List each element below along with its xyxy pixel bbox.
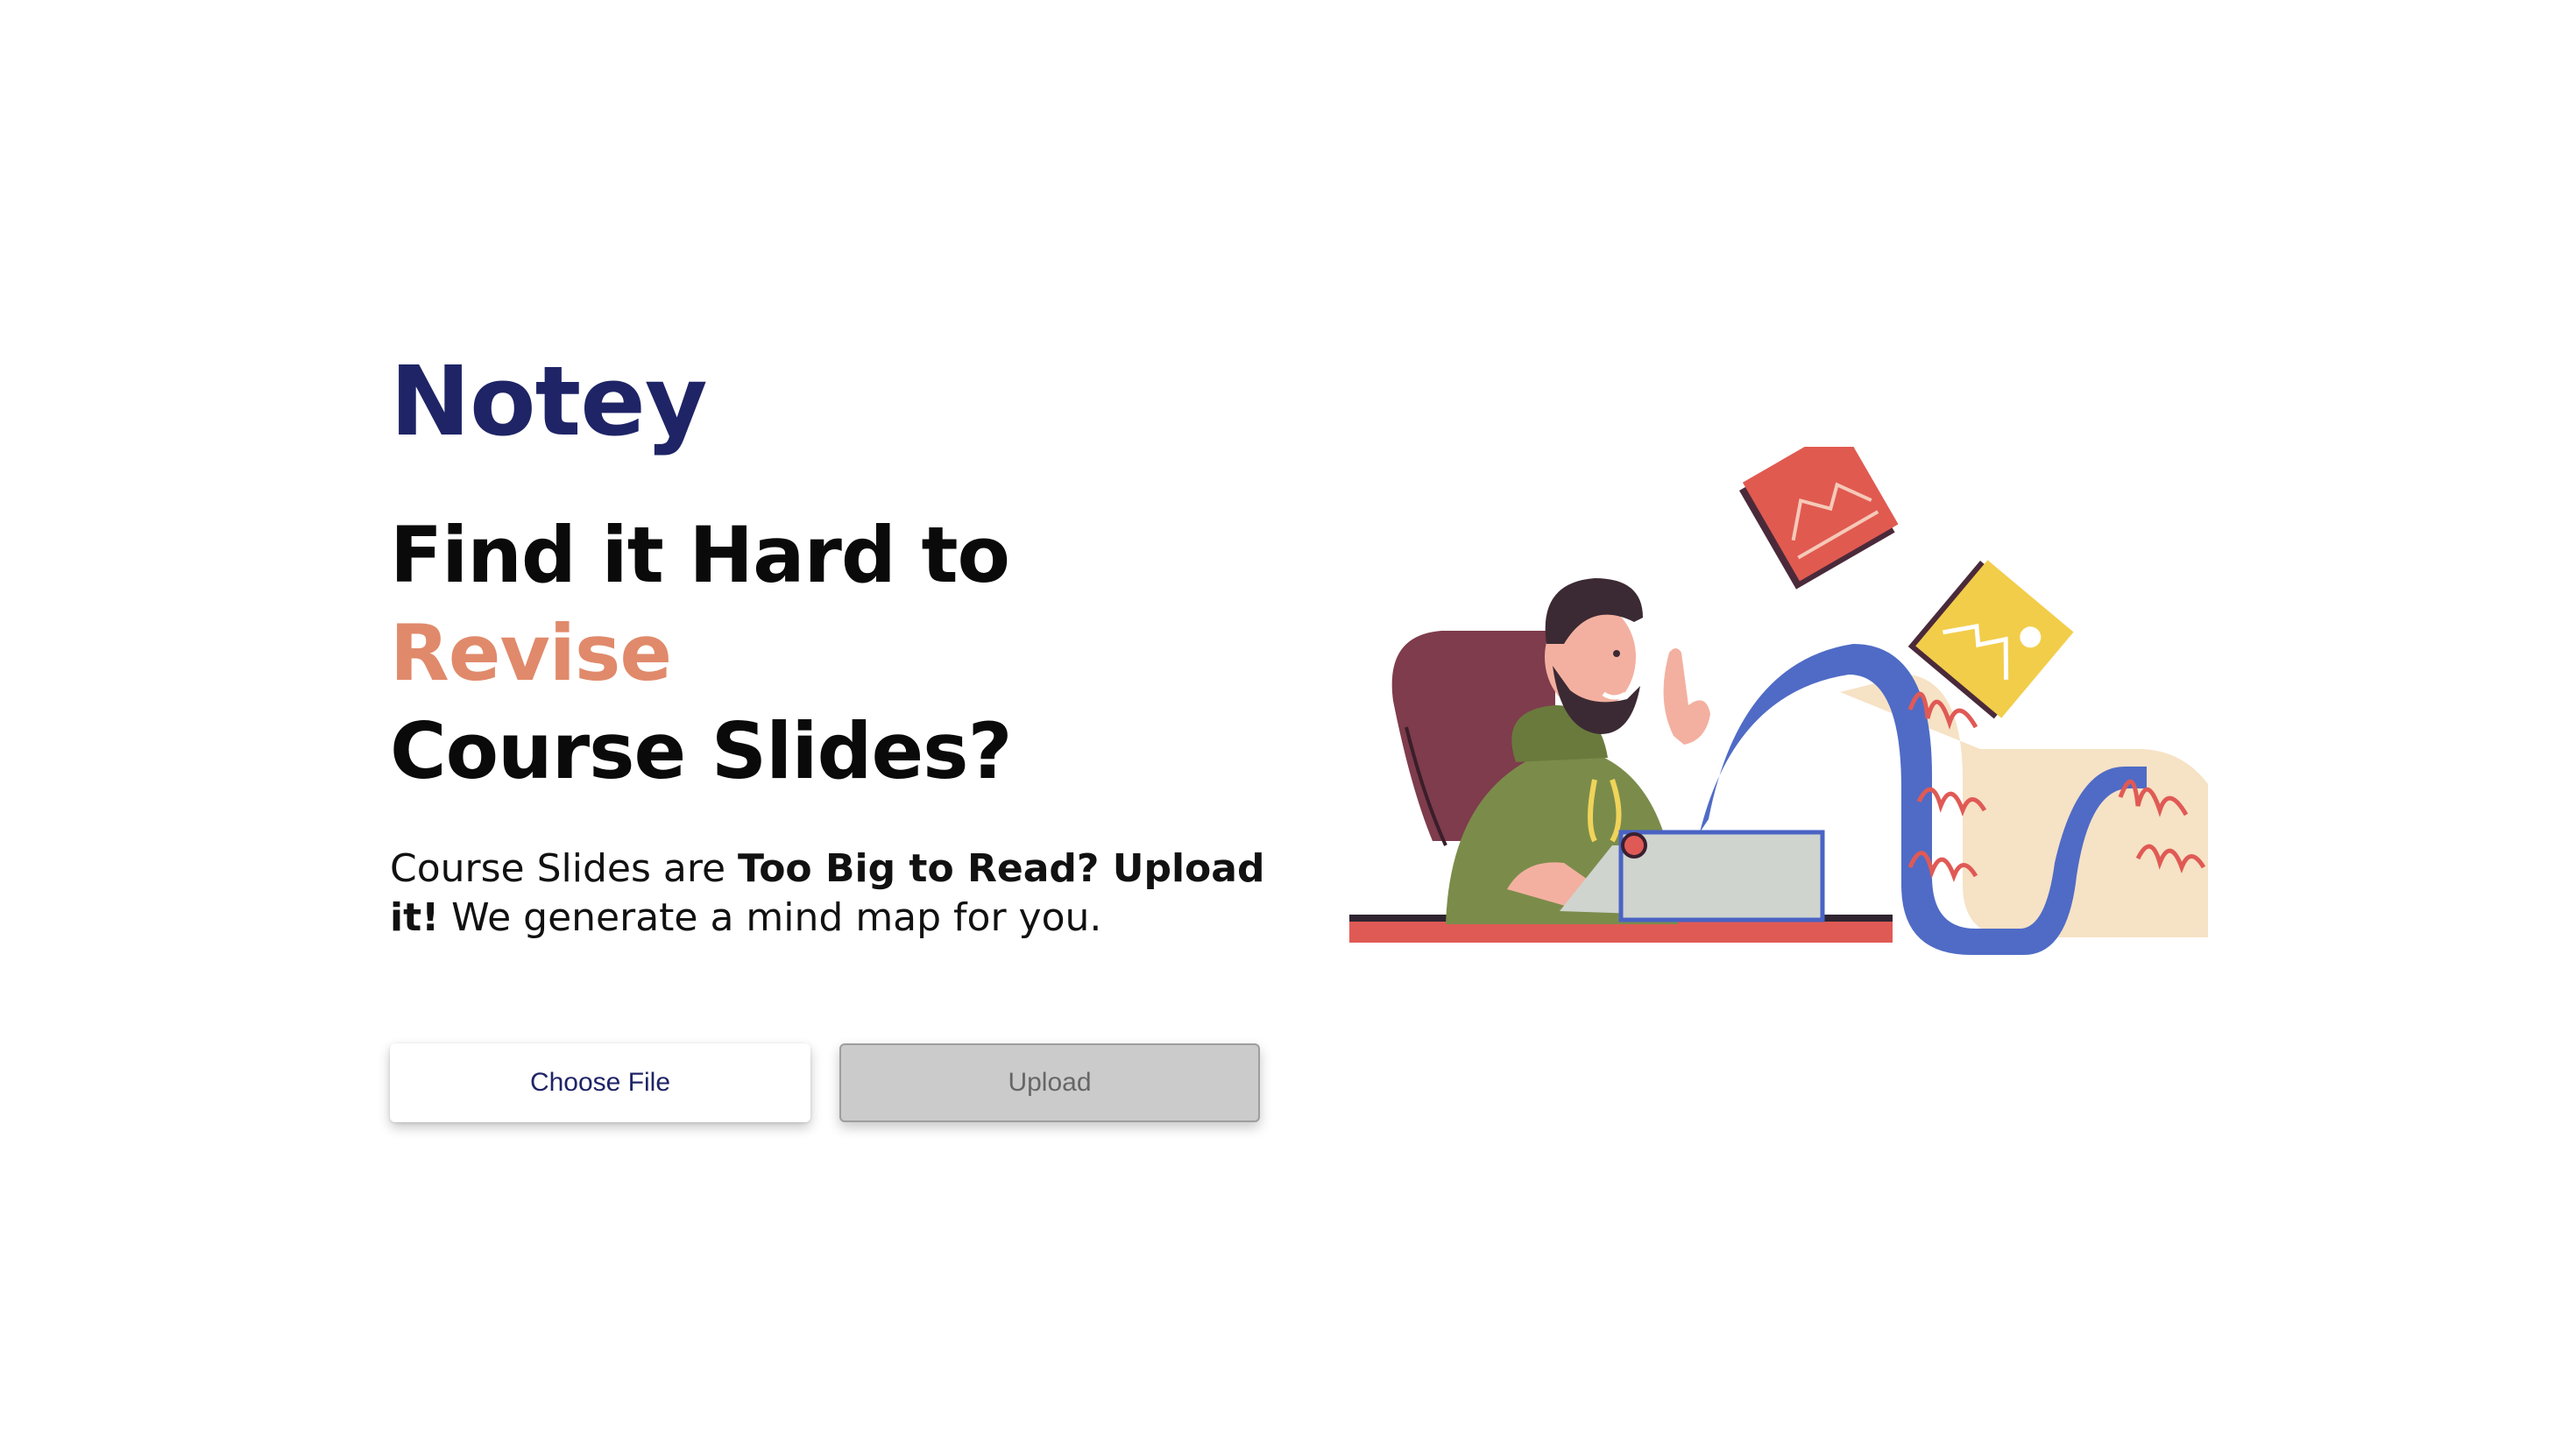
brand-logo-text: Notey: [390, 345, 708, 457]
desc-text-2: We generate a mind map for you.: [439, 894, 1102, 940]
desc-text-1: Course Slides are: [390, 845, 739, 891]
headline-line-3: Course Slides?: [390, 705, 1013, 796]
choose-file-button[interactable]: Choose File: [390, 1043, 810, 1122]
headline-line-1: Find it Hard to: [390, 509, 1010, 600]
man-typing-illustration: [1349, 447, 2208, 955]
picture-card-icon: [1738, 447, 1899, 590]
upload-actions: Choose File Upload: [390, 1043, 1275, 1122]
hero-section: Notey Find it Hard to Revise Course Slid…: [390, 346, 1275, 1122]
hero-description: Course Slides are Too Big to Read? Uploa…: [390, 845, 1275, 943]
upload-button[interactable]: Upload: [839, 1043, 1260, 1122]
headline-accent: Revise: [390, 607, 672, 698]
hero-headline: Find it Hard to Revise Course Slides?: [390, 506, 1275, 801]
landing-page: Notey Find it Hard to Revise Course Slid…: [0, 0, 2576, 1456]
